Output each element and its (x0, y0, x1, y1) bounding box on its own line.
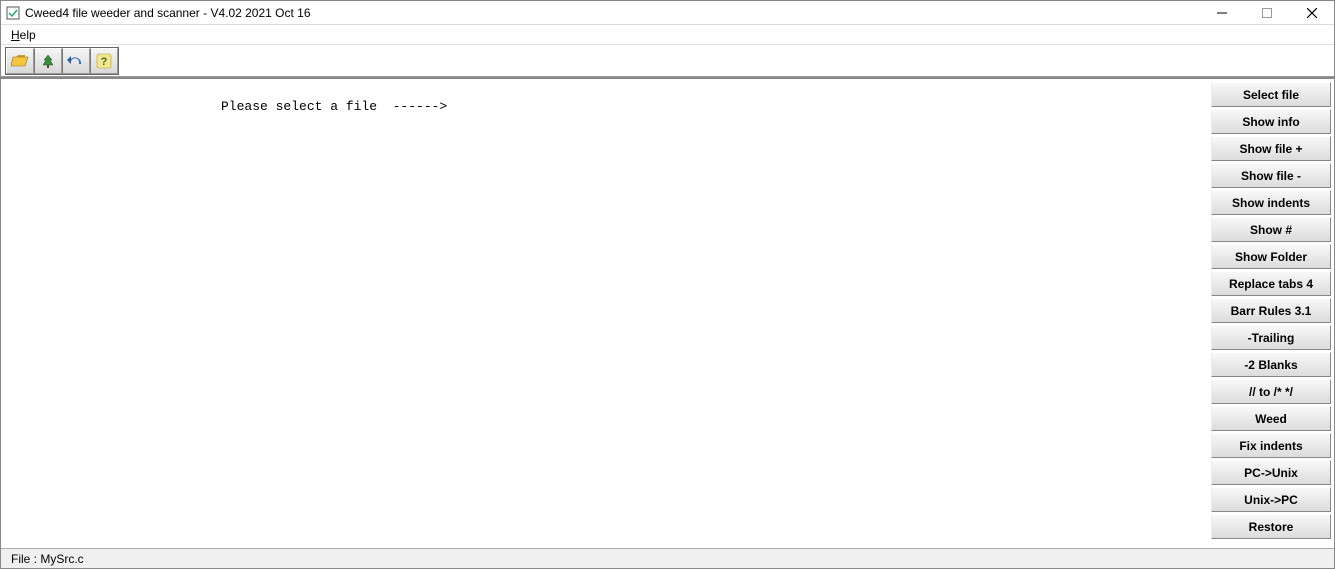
btn-show-info[interactable]: Show info (1211, 109, 1331, 134)
right-button-panel: Select file Show info Show file + Show f… (1208, 79, 1334, 548)
btn-select-file[interactable]: Select file (1211, 82, 1331, 107)
main-area: Please select a file ------> Select file… (1, 77, 1334, 548)
minimize-button[interactable] (1199, 1, 1244, 25)
toolbar: ? (1, 45, 1334, 77)
tree-icon (39, 53, 57, 69)
toolbar-group: ? (5, 47, 119, 75)
content-pane: Please select a file ------> (1, 79, 1208, 548)
btn-unix-pc[interactable]: Unix->PC (1211, 487, 1331, 512)
btn-show-folder[interactable]: Show Folder (1211, 244, 1331, 269)
btn-pc-unix[interactable]: PC->Unix (1211, 460, 1331, 485)
btn-weed[interactable]: Weed (1211, 406, 1331, 431)
menubar: Help (1, 25, 1334, 45)
toolbar-undo-button[interactable] (62, 48, 90, 74)
window-title: Cweed4 file weeder and scanner - V4.02 2… (25, 6, 311, 20)
help-icon: ? (95, 53, 113, 69)
statusbar: File : MySrc.c (1, 548, 1334, 568)
btn-show-file-plus[interactable]: Show file + (1211, 136, 1331, 161)
undo-icon (67, 53, 85, 69)
prompt-message: Please select a file ------> (221, 99, 1208, 114)
menu-help[interactable]: Help (5, 26, 42, 44)
app-window: Cweed4 file weeder and scanner - V4.02 2… (0, 0, 1335, 569)
toolbar-open-button[interactable] (6, 48, 34, 74)
btn-fix-indents[interactable]: Fix indents (1211, 433, 1331, 458)
btn-trailing[interactable]: -Trailing (1211, 325, 1331, 350)
open-folder-icon (11, 53, 29, 69)
maximize-button[interactable] (1244, 1, 1289, 25)
toolbar-help-button[interactable]: ? (90, 48, 118, 74)
minimize-icon (1217, 8, 1227, 18)
btn-comment-convert[interactable]: // to /* */ (1211, 379, 1331, 404)
toolbar-tree-button[interactable] (34, 48, 62, 74)
btn-show-file-minus[interactable]: Show file - (1211, 163, 1331, 188)
btn-show-indents[interactable]: Show indents (1211, 190, 1331, 215)
app-icon (5, 5, 21, 21)
close-button[interactable] (1289, 1, 1334, 25)
status-file-label: File : MySrc.c (11, 552, 84, 566)
btn-show-hash[interactable]: Show # (1211, 217, 1331, 242)
btn-barr-rules[interactable]: Barr Rules 3.1 (1211, 298, 1331, 323)
close-icon (1307, 8, 1317, 18)
btn-2-blanks[interactable]: -2 Blanks (1211, 352, 1331, 377)
svg-text:?: ? (101, 56, 108, 68)
btn-restore[interactable]: Restore (1211, 514, 1331, 539)
maximize-icon (1262, 8, 1272, 18)
titlebar: Cweed4 file weeder and scanner - V4.02 2… (1, 1, 1334, 25)
btn-replace-tabs[interactable]: Replace tabs 4 (1211, 271, 1331, 296)
